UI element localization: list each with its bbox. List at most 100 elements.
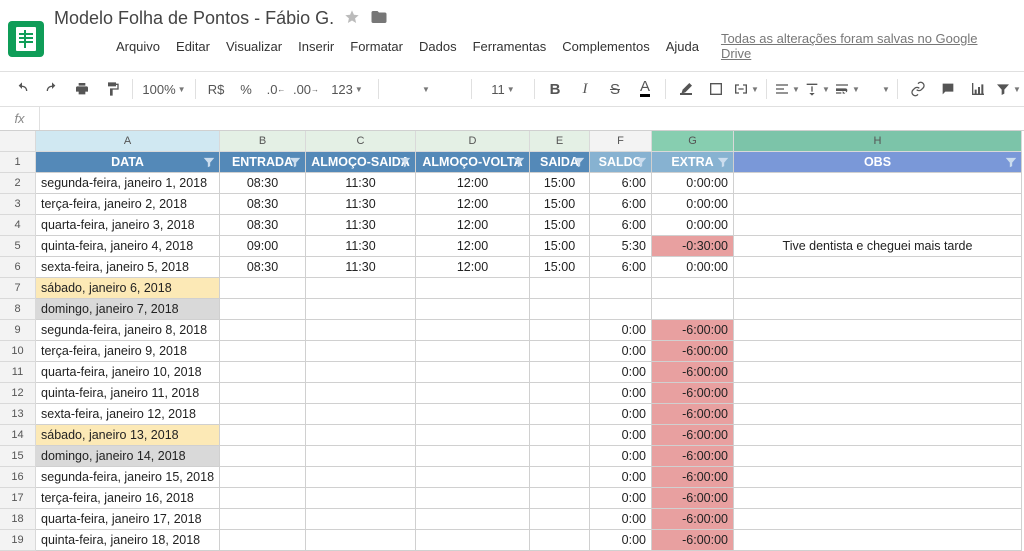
cell-saida[interactable]: 15:00 — [530, 236, 590, 257]
menu-edit[interactable]: Editar — [170, 37, 216, 56]
sheets-logo[interactable] — [8, 21, 44, 57]
fillcolor-icon[interactable] — [672, 75, 700, 103]
star-icon[interactable] — [344, 9, 360, 28]
cell-entrada[interactable] — [220, 425, 306, 446]
cell-extra[interactable]: -6:00:00 — [652, 509, 734, 530]
row-number[interactable]: 13 — [0, 404, 36, 425]
cell-obs[interactable] — [734, 320, 1022, 341]
link-icon[interactable] — [904, 75, 932, 103]
row-number[interactable]: 8 — [0, 299, 36, 320]
cell-almoco-saida[interactable]: 11:30 — [306, 173, 416, 194]
borders-icon[interactable] — [702, 75, 730, 103]
cell-data[interactable]: domingo, janeiro 7, 2018 — [36, 299, 220, 320]
cell-saldo[interactable]: 0:00 — [590, 488, 652, 509]
textcolor-button[interactable]: A — [631, 75, 659, 103]
cell-extra[interactable]: -6:00:00 — [652, 488, 734, 509]
col-header-c[interactable]: C — [306, 131, 416, 152]
cell-saldo[interactable]: 6:00 — [590, 215, 652, 236]
cell-saldo[interactable]: 0:00 — [590, 320, 652, 341]
row-number[interactable]: 6 — [0, 257, 36, 278]
filter-icon[interactable] — [572, 155, 586, 169]
cell-almoco-volta[interactable] — [416, 341, 530, 362]
row-number[interactable]: 1 — [0, 152, 36, 173]
cell-obs[interactable] — [734, 194, 1022, 215]
cell-obs[interactable] — [734, 425, 1022, 446]
th-saida[interactable]: SAIDA — [530, 152, 590, 173]
cell-saida[interactable] — [530, 362, 590, 383]
cell-saida[interactable]: 15:00 — [530, 173, 590, 194]
th-data[interactable]: DATA — [36, 152, 220, 173]
cell-saldo[interactable] — [590, 278, 652, 299]
th-saldo[interactable]: SALDO — [590, 152, 652, 173]
cell-extra[interactable]: 0:00:00 — [652, 173, 734, 194]
menu-view[interactable]: Visualizar — [220, 37, 288, 56]
merge-icon[interactable]: ▼ — [732, 75, 760, 103]
filter-icon[interactable] — [202, 155, 216, 169]
cell-data[interactable]: sexta-feira, janeiro 12, 2018 — [36, 404, 220, 425]
numberformat-select[interactable]: 123▼ — [322, 75, 372, 103]
col-header-b[interactable]: B — [220, 131, 306, 152]
col-header-g[interactable]: G — [652, 131, 734, 152]
cell-almoco-saida[interactable] — [306, 404, 416, 425]
cell-saldo[interactable]: 6:00 — [590, 173, 652, 194]
filter-icon[interactable] — [1004, 155, 1018, 169]
col-header-h[interactable]: H — [734, 131, 1022, 152]
cell-saida[interactable]: 15:00 — [530, 194, 590, 215]
cell-entrada[interactable] — [220, 299, 306, 320]
cell-almoco-volta[interactable]: 12:00 — [416, 215, 530, 236]
cell-almoco-volta[interactable] — [416, 488, 530, 509]
cell-data[interactable]: segunda-feira, janeiro 8, 2018 — [36, 320, 220, 341]
zoom-select[interactable]: 100%▼ — [139, 75, 189, 103]
cell-obs[interactable] — [734, 215, 1022, 236]
comment-icon[interactable] — [934, 75, 962, 103]
cell-almoco-saida[interactable] — [306, 509, 416, 530]
cell-extra[interactable]: -6:00:00 — [652, 383, 734, 404]
filter-icon[interactable] — [288, 155, 302, 169]
cell-data[interactable]: quarta-feira, janeiro 3, 2018 — [36, 215, 220, 236]
menu-help[interactable]: Ajuda — [660, 37, 705, 56]
decrease-decimal-button[interactable]: .0← — [262, 75, 290, 103]
cell-extra[interactable]: -6:00:00 — [652, 320, 734, 341]
th-entrada[interactable]: ENTRADA — [220, 152, 306, 173]
th-almoco-volta[interactable]: ALMOÇO-VOLTA — [416, 152, 530, 173]
cell-saldo[interactable]: 0:00 — [590, 362, 652, 383]
cell-entrada[interactable]: 08:30 — [220, 215, 306, 236]
cell-saldo[interactable]: 6:00 — [590, 257, 652, 278]
cell-entrada[interactable] — [220, 341, 306, 362]
cell-obs[interactable] — [734, 257, 1022, 278]
folder-icon[interactable] — [370, 8, 388, 29]
menu-tools[interactable]: Ferramentas — [467, 37, 553, 56]
cell-data[interactable]: quinta-feira, janeiro 18, 2018 — [36, 530, 220, 551]
cell-entrada[interactable] — [220, 446, 306, 467]
cell-obs[interactable] — [734, 467, 1022, 488]
cell-entrada[interactable] — [220, 509, 306, 530]
cell-almoco-saida[interactable] — [306, 299, 416, 320]
row-number[interactable]: 16 — [0, 467, 36, 488]
cell-saldo[interactable]: 0:00 — [590, 446, 652, 467]
col-header-f[interactable]: F — [590, 131, 652, 152]
cell-extra[interactable]: 0:00:00 — [652, 257, 734, 278]
cell-extra[interactable]: 0:00:00 — [652, 194, 734, 215]
cell-almoco-saida[interactable]: 11:30 — [306, 194, 416, 215]
cell-entrada[interactable] — [220, 278, 306, 299]
cell-saldo[interactable]: 0:00 — [590, 341, 652, 362]
cell-almoco-volta[interactable] — [416, 299, 530, 320]
row-number[interactable]: 2 — [0, 173, 36, 194]
cell-data[interactable]: quinta-feira, janeiro 4, 2018 — [36, 236, 220, 257]
cell-obs[interactable] — [734, 278, 1022, 299]
cell-data[interactable]: quarta-feira, janeiro 10, 2018 — [36, 362, 220, 383]
cell-saida[interactable] — [530, 278, 590, 299]
cell-data[interactable]: quarta-feira, janeiro 17, 2018 — [36, 509, 220, 530]
increase-decimal-button[interactable]: .00→ — [292, 75, 320, 103]
cell-almoco-saida[interactable] — [306, 383, 416, 404]
cell-saldo[interactable]: 0:00 — [590, 530, 652, 551]
cell-saida[interactable] — [530, 446, 590, 467]
cell-almoco-saida[interactable] — [306, 278, 416, 299]
cell-almoco-volta[interactable] — [416, 320, 530, 341]
cell-saida[interactable] — [530, 320, 590, 341]
cell-entrada[interactable] — [220, 467, 306, 488]
cell-saldo[interactable]: 0:00 — [590, 467, 652, 488]
cell-extra[interactable]: -0:30:00 — [652, 236, 734, 257]
strike-button[interactable]: S — [601, 75, 629, 103]
cell-obs[interactable] — [734, 488, 1022, 509]
